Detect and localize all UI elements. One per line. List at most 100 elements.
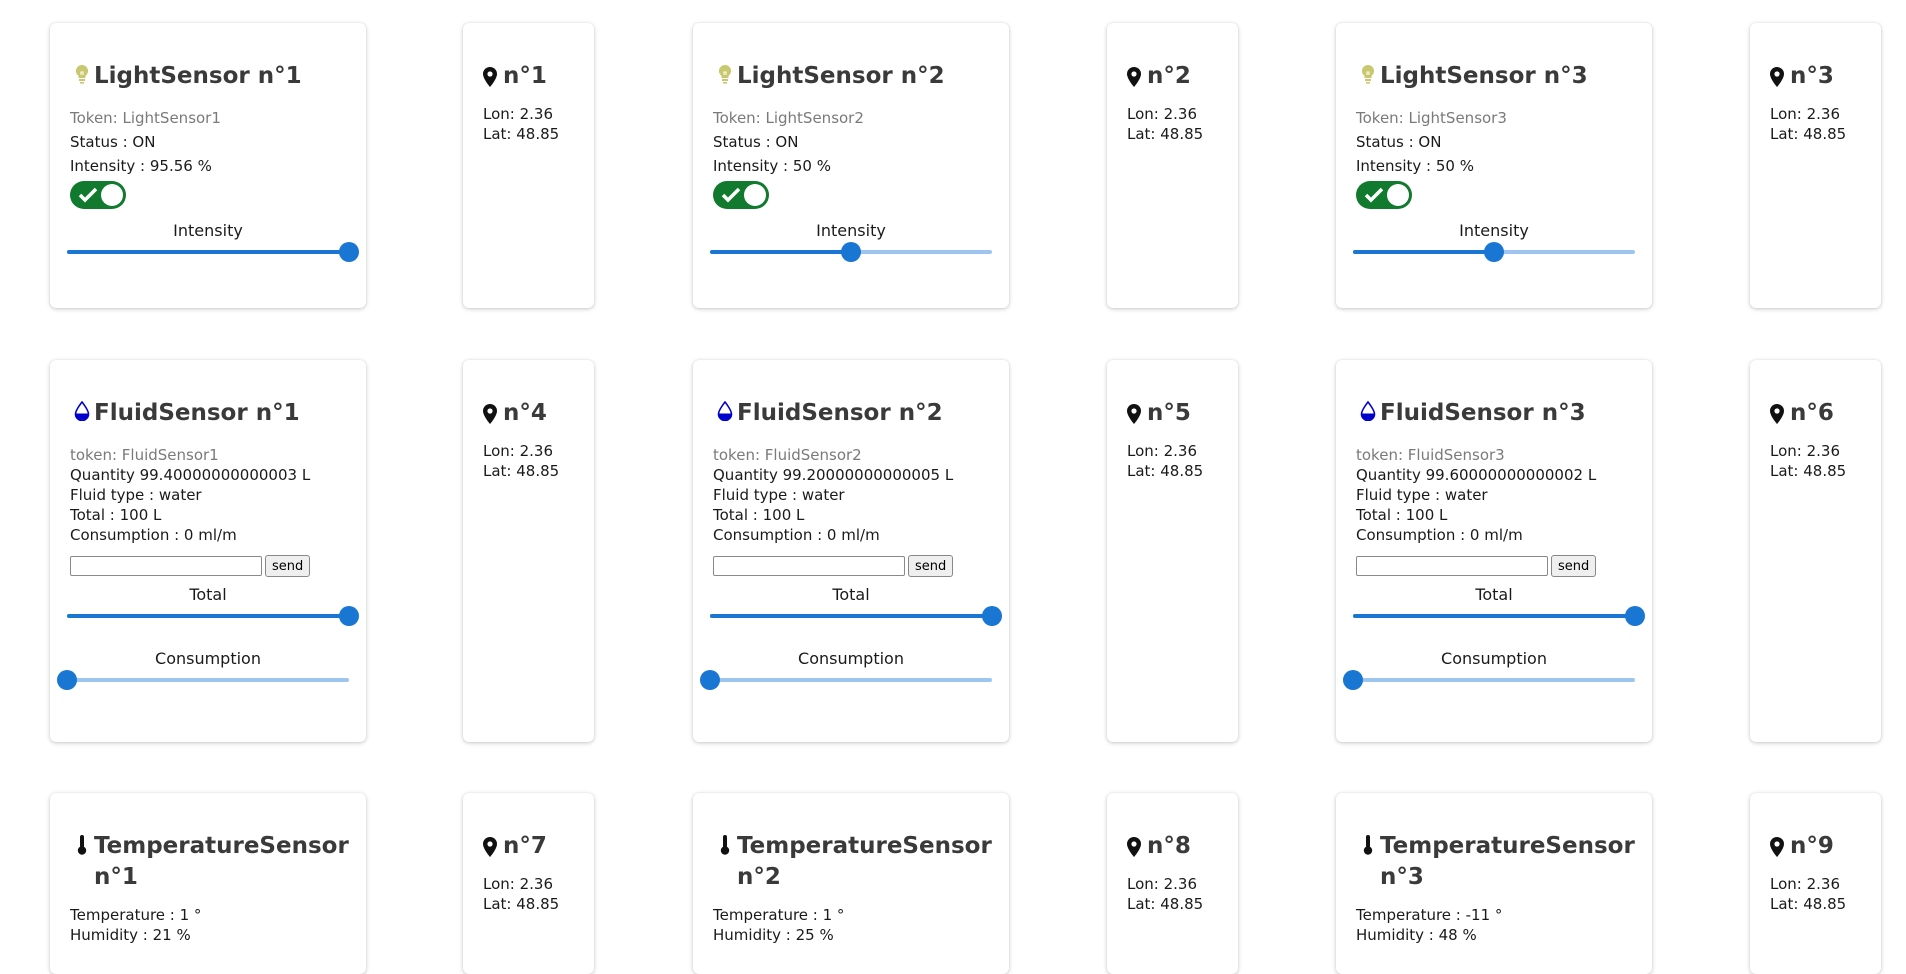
location-lon: Lon: 2.36 (483, 875, 553, 893)
slider-thumb[interactable] (700, 670, 720, 690)
location-label: n°5 (1147, 400, 1191, 426)
send-button[interactable]: send (908, 555, 954, 577)
power-toggle[interactable] (70, 181, 126, 209)
location-lat: Lat: 48.85 (1127, 125, 1204, 143)
location-label: n°4 (503, 400, 547, 426)
water-drop-icon (713, 398, 737, 421)
slider-rail (67, 678, 349, 682)
power-toggle[interactable] (713, 181, 769, 209)
slider-fill (710, 614, 992, 618)
sensor-fluid-type: Fluid type : water (1356, 486, 1488, 504)
location-lon: Lon: 2.36 (1127, 105, 1197, 123)
temperature-sensor-card: TemperatureSensor n°2 Temperature : 1 ° H… (693, 793, 1009, 974)
sensor-intensity: Intensity : 50 % (1356, 157, 1474, 175)
location-title: n°7 (483, 831, 574, 862)
location-label: n°2 (1147, 63, 1191, 89)
total-slider-label: Total (189, 585, 227, 604)
location-title: n°2 (1127, 61, 1218, 92)
fluid-sensor-card: FluidSensor n°1 token: FluidSensor1 Quan… (50, 360, 366, 742)
send-button[interactable]: send (265, 555, 311, 577)
power-toggle[interactable] (1356, 181, 1412, 209)
map-pin-icon (1127, 836, 1147, 857)
location-lat: Lat: 48.85 (483, 125, 560, 143)
temperature-sensor-card: TemperatureSensor n°3 Temperature : -11 °… (1336, 793, 1652, 974)
fluid-sensor-card: FluidSensor n°3 token: FluidSensor3 Quan… (1336, 360, 1652, 742)
sensor-title: LightSensor n°1 (94, 63, 302, 89)
sensor-title-line2: n°1 (94, 864, 138, 890)
card-title: FluidSensor n°2 (713, 398, 989, 429)
location-lat: Lat: 48.85 (1770, 895, 1847, 913)
location-lat: Lat: 48.85 (1127, 462, 1204, 480)
sensor-consumption: Consumption : 0 ml/m (1356, 526, 1523, 544)
quantity-input[interactable] (1356, 556, 1548, 576)
slider-thumb[interactable] (841, 242, 861, 262)
sensor-title: LightSensor n°3 (1380, 63, 1588, 89)
total-slider[interactable] (1353, 605, 1645, 627)
location-label: n°1 (503, 63, 547, 89)
sensor-title: FluidSensor n°2 (737, 400, 943, 426)
map-pin-icon (483, 836, 503, 857)
temperature-sensor-card: TemperatureSensor n°1 Temperature : 1 ° H… (50, 793, 366, 974)
total-slider[interactable] (710, 605, 1002, 627)
consumption-slider[interactable] (700, 669, 992, 691)
quantity-input[interactable] (70, 556, 262, 576)
consumption-slider[interactable] (1343, 669, 1635, 691)
slider-rail (1353, 678, 1635, 682)
total-slider-label: Total (1475, 585, 1513, 604)
slider-thumb[interactable] (1343, 670, 1363, 690)
location-lat: Lat: 48.85 (483, 462, 560, 480)
toggle-knob (1387, 184, 1409, 206)
slider-fill (710, 250, 851, 254)
intensity-slider-label: Intensity (173, 221, 243, 240)
location-card: n°3 Lon: 2.36 Lat: 48.85 (1750, 23, 1881, 308)
slider-fill (67, 614, 349, 618)
sensor-quantity: Quantity 99.40000000000003 L (70, 466, 311, 484)
consumption-slider-label: Consumption (1441, 649, 1547, 668)
location-title: n°3 (1770, 61, 1861, 92)
sensor-total: Total : 100 L (713, 506, 805, 524)
location-lon: Lon: 2.36 (1770, 875, 1840, 893)
total-slider[interactable] (67, 605, 359, 627)
location-lat: Lat: 48.85 (1770, 462, 1847, 480)
intensity-slider[interactable] (1353, 241, 1635, 263)
slider-thumb[interactable] (57, 670, 77, 690)
sensor-quantity: Quantity 99.60000000000002 L (1356, 466, 1597, 484)
quantity-input[interactable] (713, 556, 905, 576)
toggle-knob (744, 184, 766, 206)
slider-thumb[interactable] (982, 606, 1002, 626)
sensor-title: TemperatureSensor n°2 (737, 831, 992, 893)
slider-thumb[interactable] (1625, 606, 1645, 626)
intensity-slider[interactable] (67, 241, 359, 263)
sensor-title-line1: TemperatureSensor (737, 833, 992, 859)
card-title: LightSensor n°3 (1356, 61, 1632, 92)
sensor-token: Token: LightSensor3 (1356, 109, 1507, 127)
send-form: send (1356, 555, 1632, 577)
intensity-slider[interactable] (710, 241, 992, 263)
sensor-title: FluidSensor n°3 (1380, 400, 1586, 426)
sensor-fluid-type: Fluid type : water (70, 486, 202, 504)
location-card: n°9 Lon: 2.36 Lat: 48.85 (1750, 793, 1881, 974)
sensor-token: Token: LightSensor1 (70, 109, 221, 127)
card-title: FluidSensor n°1 (70, 398, 346, 429)
location-lon: Lon: 2.36 (483, 442, 553, 460)
sensor-consumption: Consumption : 0 ml/m (713, 526, 880, 544)
location-card: n°6 Lon: 2.36 Lat: 48.85 (1750, 360, 1881, 742)
consumption-slider[interactable] (57, 669, 349, 691)
send-button[interactable]: send (1551, 555, 1597, 577)
slider-fill (1353, 614, 1635, 618)
location-title: n°6 (1770, 398, 1861, 429)
map-pin-icon (1127, 403, 1147, 424)
slider-thumb[interactable] (339, 242, 359, 262)
sensor-temperature: Temperature : -11 ° (1356, 906, 1503, 924)
location-label: n°8 (1147, 833, 1191, 859)
card-title: LightSensor n°1 (70, 61, 346, 92)
slider-fill (67, 250, 349, 254)
slider-rail (710, 678, 992, 682)
sensor-total: Total : 100 L (1356, 506, 1448, 524)
location-label: n°3 (1790, 63, 1834, 89)
location-card: n°5 Lon: 2.36 Lat: 48.85 (1107, 360, 1238, 742)
slider-thumb[interactable] (339, 606, 359, 626)
sensor-title: LightSensor n°2 (737, 63, 945, 89)
slider-fill (1353, 250, 1494, 254)
slider-thumb[interactable] (1484, 242, 1504, 262)
